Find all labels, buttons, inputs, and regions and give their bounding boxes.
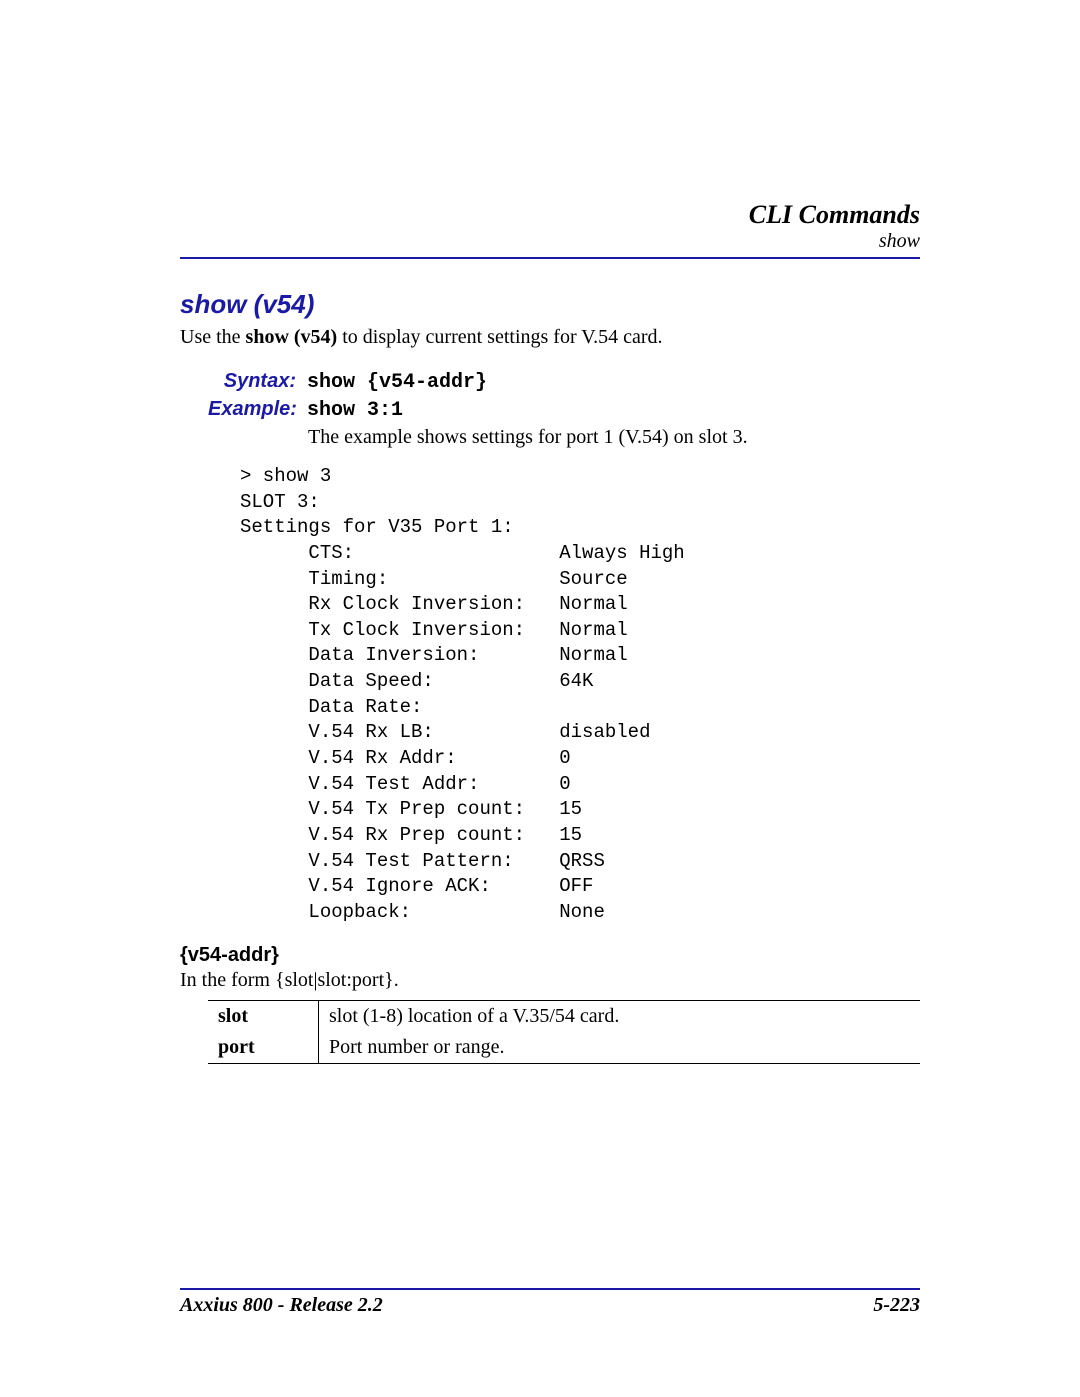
intro-paragraph: Use the show (v54) to display current se… [180, 324, 920, 350]
param-table: slot slot (1-8) location of a V.35/54 ca… [208, 1000, 920, 1064]
page-title: show (v54) [180, 289, 920, 320]
example-line: Example: show 3:1 [208, 396, 920, 424]
intro-text-1: Use the [180, 326, 246, 348]
cli-output: > show 3 SLOT 3: Settings for V35 Port 1… [240, 464, 920, 926]
param-heading: {v54-addr} [180, 944, 920, 967]
syntax-label: Syntax: [208, 368, 296, 395]
table-row: slot slot (1-8) location of a V.35/54 ca… [208, 1000, 920, 1032]
param-desc: Port number or range. [319, 1032, 921, 1064]
header-rule [180, 257, 920, 259]
syntax-value: show {v54-addr} [307, 371, 487, 394]
example-label: Example: [208, 396, 296, 423]
header-chapter: CLI Commands [180, 200, 920, 230]
header-section: show [180, 230, 920, 253]
example-value: show 3:1 [307, 399, 403, 422]
example-description: The example shows settings for port 1 (V… [308, 424, 920, 450]
param-description: In the form {slot|slot:port}. [180, 969, 920, 992]
syntax-line: Syntax: show {v54-addr} [208, 368, 920, 396]
intro-bold: show (v54) [246, 326, 338, 348]
footer-right: 5-223 [873, 1294, 920, 1317]
param-key: slot [208, 1000, 319, 1032]
param-key: port [208, 1032, 319, 1064]
footer-rule [180, 1288, 920, 1290]
table-row: port Port number or range. [208, 1032, 920, 1064]
param-desc: slot (1-8) location of a V.35/54 card. [319, 1000, 921, 1032]
footer-left: Axxius 800 - Release 2.2 [180, 1294, 383, 1317]
intro-text-2: to display current settings for V.54 car… [337, 326, 662, 348]
